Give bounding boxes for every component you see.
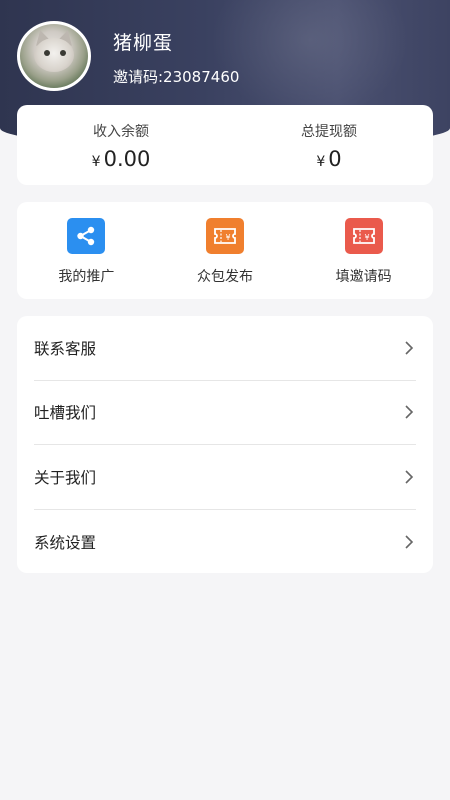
crowdsource-publish-label: 众包发布 xyxy=(197,269,253,285)
ticket-icon: ¥ xyxy=(206,218,244,254)
enter-invite-code-button[interactable]: ¥ 填邀请码 xyxy=(294,202,433,299)
menu-item-contact-support[interactable]: 联系客服 xyxy=(34,316,416,381)
avatar-eye-left xyxy=(44,50,50,56)
enter-invite-code-label: 填邀请码 xyxy=(335,269,392,285)
menu-item-label: 吐槽我们 xyxy=(34,404,97,423)
svg-text:¥: ¥ xyxy=(225,233,230,242)
total-withdrawn-value-row: ¥0 xyxy=(225,147,433,171)
quick-actions-card: 我的推广 ¥ 众包发布 ¥ 填邀请码 xyxy=(17,202,433,299)
menu-item-label: 联系客服 xyxy=(34,339,97,358)
invite-code: 邀请码:23087460 xyxy=(113,68,240,86)
income-currency-symbol: ¥ xyxy=(91,154,101,170)
avatar[interactable] xyxy=(17,21,91,91)
chevron-right-icon xyxy=(405,470,414,484)
username: 猪柳蛋 xyxy=(113,32,174,54)
balance-card: 收入余额 ¥0.00 总提现额 ¥0 xyxy=(17,105,433,185)
my-promotion-label: 我的推广 xyxy=(58,269,115,285)
menu-item-feedback[interactable]: 吐槽我们 xyxy=(34,381,416,445)
chevron-right-icon xyxy=(405,405,414,419)
chevron-right-icon xyxy=(405,341,414,355)
withdrawn-currency-symbol: ¥ xyxy=(316,154,326,170)
income-balance-value: 0.00 xyxy=(103,147,151,171)
my-promotion-button[interactable]: 我的推广 xyxy=(17,202,156,299)
menu-item-label: 关于我们 xyxy=(34,468,97,487)
income-balance: 收入余额 ¥0.00 xyxy=(17,105,225,185)
svg-text:¥: ¥ xyxy=(364,233,369,242)
menu-item-system-settings[interactable]: 系统设置 xyxy=(34,510,416,575)
chevron-right-icon xyxy=(405,535,414,549)
ticket-icon: ¥ xyxy=(344,218,383,254)
share-icon xyxy=(67,218,106,254)
income-balance-value-row: ¥0.00 xyxy=(17,147,225,171)
avatar-face xyxy=(34,38,74,72)
avatar-eye-right xyxy=(60,50,66,56)
total-withdrawn-label: 总提现额 xyxy=(301,124,357,140)
menu-item-label: 系统设置 xyxy=(34,533,97,552)
menu-item-about-us[interactable]: 关于我们 xyxy=(34,445,416,510)
total-withdrawn-value: 0 xyxy=(328,147,342,171)
income-balance-label: 收入余额 xyxy=(93,124,149,140)
total-withdrawn: 总提现额 ¥0 xyxy=(225,105,433,185)
crowdsource-publish-button[interactable]: ¥ 众包发布 xyxy=(156,202,295,299)
menu-list: 联系客服 吐槽我们 关于我们 系统设置 xyxy=(17,316,433,573)
